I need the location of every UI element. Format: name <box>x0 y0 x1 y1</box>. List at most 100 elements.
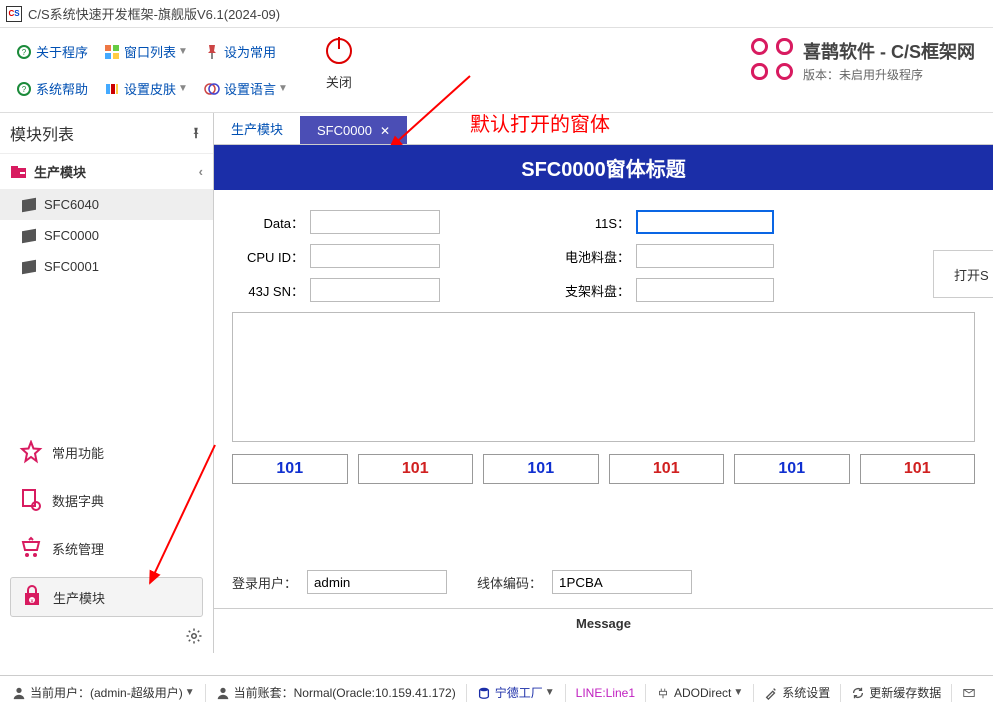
input-11s[interactable] <box>636 210 774 234</box>
login-row: 登录用户： 线体编码： <box>214 556 993 608</box>
status-bar: 当前用户：(admin-超级用户)▼ 当前账套：Normal(Oracle:10… <box>0 675 993 709</box>
lang-icon <box>204 81 220 97</box>
sidebar-item-sfc0000[interactable]: SFC0000 <box>0 220 213 251</box>
svg-text:?: ? <box>22 48 27 57</box>
caret-down-icon: ▼ <box>733 687 743 698</box>
lang-button[interactable]: 设置语言▼ <box>196 75 296 102</box>
refresh-icon <box>851 686 865 700</box>
info-icon: ? <box>16 44 32 60</box>
status-box: 101 <box>609 454 725 484</box>
caret-down-icon: ▼ <box>178 83 188 94</box>
mail-icon <box>962 686 976 700</box>
plug-icon <box>656 686 670 700</box>
input-bracket[interactable] <box>636 278 774 302</box>
status-line[interactable]: LINE:Line1 <box>570 686 641 700</box>
caret-down-icon: ▼ <box>185 687 195 698</box>
label-battery: 电池料盘： <box>550 247 636 266</box>
document-icon <box>18 487 44 513</box>
page-banner: SFC0000窗体标题 <box>214 145 993 190</box>
form: Data： 11S： CPU ID： 电池料盘： 43J SN： 支架料盘： <box>214 190 993 302</box>
set-common-button[interactable]: 设为常用 <box>196 38 284 65</box>
label-data: Data： <box>232 213 310 232</box>
unpin-icon[interactable] <box>189 126 203 140</box>
skin-icon <box>104 81 120 97</box>
message-bar: Message <box>214 608 993 638</box>
brand-logo-icon <box>751 38 793 80</box>
label-bracket: 支架料盘： <box>550 281 636 300</box>
input-cpuid[interactable] <box>310 244 440 268</box>
input-sn[interactable] <box>310 278 440 302</box>
user-icon <box>12 686 26 700</box>
cube-icon <box>22 230 36 242</box>
svg-text:¥: ¥ <box>31 599 34 605</box>
cube-icon <box>22 261 36 273</box>
label-login-user: 登录用户： <box>232 573 297 592</box>
status-ado[interactable]: ADODirect▼ <box>650 686 749 700</box>
sidebar-header: 模块列表 <box>0 113 213 154</box>
status-box: 101 <box>232 454 348 484</box>
label-line-code: 线体编码： <box>477 573 542 592</box>
sidebar: 模块列表 生产模块 ‹ SFC6040 SFC0000 SFC0001 常用功能… <box>0 113 214 653</box>
cube-icon <box>22 199 36 211</box>
window-list-button[interactable]: 窗口列表▼ <box>96 38 196 65</box>
sys-mgmt-button[interactable]: 系统管理 <box>10 529 203 567</box>
data-dict-button[interactable]: 数据字典 <box>10 481 203 519</box>
about-button[interactable]: ?关于程序 <box>8 38 96 65</box>
power-icon <box>326 38 352 64</box>
tab-bar: 生产模块 SFC0000✕ <box>214 113 993 145</box>
input-battery[interactable] <box>636 244 774 268</box>
input-login-user[interactable] <box>307 570 447 594</box>
sidebar-item-sfc6040[interactable]: SFC6040 <box>0 189 213 220</box>
status-account: 当前账套：Normal(Oracle:10.159.41.172) <box>210 684 462 701</box>
input-data[interactable] <box>310 210 440 234</box>
brand-title: 喜鹊软件 - C/S框架网 <box>803 38 975 64</box>
caret-down-icon: ▼ <box>178 46 188 57</box>
status-mail[interactable] <box>956 686 986 700</box>
caret-down-icon: ▼ <box>278 83 288 94</box>
sidebar-title: 模块列表 <box>10 121 74 145</box>
cart-icon <box>18 535 44 561</box>
body: 模块列表 生产模块 ‹ SFC6040 SFC0000 SFC0001 常用功能… <box>0 113 993 653</box>
status-box: 101 <box>358 454 474 484</box>
status-box: 101 <box>860 454 976 484</box>
user-icon <box>216 686 230 700</box>
status-box: 101 <box>734 454 850 484</box>
sidebar-item-sfc0001[interactable]: SFC0001 <box>0 251 213 282</box>
common-functions-button[interactable]: 常用功能 <box>10 433 203 471</box>
pin-icon <box>204 44 220 60</box>
window-titlebar: CS C/S系统快速开发框架-旗舰版V6.1(2024-09) <box>0 0 993 28</box>
status-refresh[interactable]: 更新缓存数据 <box>845 684 947 701</box>
status-current-user[interactable]: 当前用户：(admin-超级用户)▼ <box>6 684 201 701</box>
status-boxes: 101 101 101 101 101 101 <box>214 442 993 496</box>
tab-content: SFC0000窗体标题 Data： 11S： CPU ID： 电池料盘： 43J… <box>214 145 993 653</box>
open-s-button[interactable]: 打开S <box>933 250 993 298</box>
tools-icon <box>764 686 778 700</box>
toolbar-left: ?关于程序 窗口列表▼ 设为常用 ?系统帮助 设置皮肤▼ 设置语言▼ 关闭 <box>8 38 362 102</box>
status-factory[interactable]: 宁德工厂▼ <box>471 684 561 701</box>
skin-button[interactable]: 设置皮肤▼ <box>96 75 196 102</box>
input-line-code[interactable] <box>552 570 692 594</box>
db-icon <box>477 686 491 700</box>
prod-module-button[interactable]: ¥生产模块 <box>10 577 203 617</box>
settings-icon[interactable] <box>185 627 203 645</box>
tab-production[interactable]: 生产模块 <box>214 112 300 144</box>
tab-sfc0000[interactable]: SFC0000✕ <box>300 116 407 144</box>
app-icon: CS <box>6 6 22 22</box>
status-sys-settings[interactable]: 系统设置 <box>758 684 836 701</box>
output-box <box>232 312 975 442</box>
label-11s: 11S： <box>550 213 636 232</box>
bag-icon: ¥ <box>19 584 45 610</box>
toolbar: ?关于程序 窗口列表▼ 设为常用 ?系统帮助 设置皮肤▼ 设置语言▼ 关闭 喜鹊… <box>0 28 993 113</box>
sidebar-group-production[interactable]: 生产模块 ‹ <box>0 154 213 189</box>
status-box: 101 <box>483 454 599 484</box>
label-sn: 43J SN： <box>232 281 310 300</box>
sys-help-button[interactable]: ?系统帮助 <box>8 75 96 102</box>
close-button[interactable]: 关闭 <box>316 38 362 91</box>
tab-close-icon[interactable]: ✕ <box>380 124 390 138</box>
main: 生产模块 SFC0000✕ SFC0000窗体标题 Data： 11S： CPU… <box>214 113 993 653</box>
help-icon: ? <box>16 81 32 97</box>
window-title: C/S系统快速开发框架-旗舰版V6.1(2024-09) <box>28 4 280 23</box>
label-cpuid: CPU ID： <box>232 247 310 266</box>
folder-icon <box>10 165 28 179</box>
brand: 喜鹊软件 - C/S框架网 版本：未启用升级程序 <box>751 38 985 102</box>
